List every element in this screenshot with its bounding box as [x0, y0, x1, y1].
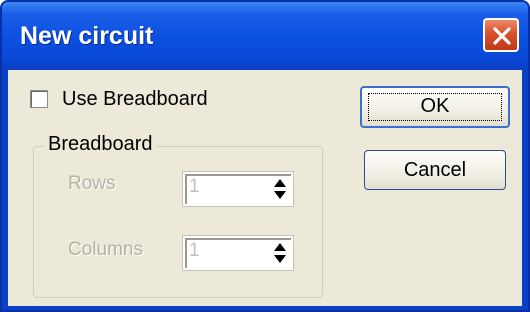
ok-button[interactable]: OK — [360, 86, 510, 128]
use-breadboard-label[interactable]: Use Breadboard — [62, 88, 208, 111]
close-icon — [493, 27, 511, 45]
columns-value[interactable]: 1 — [189, 240, 200, 262]
triangle-down-icon — [274, 255, 286, 263]
title-bar[interactable]: New circuit — [2, 2, 528, 70]
breadboard-group-label: Breadboard — [44, 133, 157, 156]
window-title: New circuit — [20, 22, 154, 50]
spin-arrows-icon[interactable] — [273, 241, 287, 265]
triangle-up-icon — [274, 179, 286, 187]
focus-rect — [368, 93, 502, 121]
close-button[interactable] — [483, 18, 519, 52]
columns-spinbox[interactable]: 1 — [182, 235, 294, 271]
rows-value[interactable]: 1 — [189, 176, 200, 198]
breadboard-groupbox: Breadboard Rows 1 Columns 1 — [33, 133, 323, 298]
checkbox-box[interactable] — [30, 90, 48, 108]
cancel-button[interactable]: Cancel — [364, 150, 506, 190]
columns-label: Columns — [68, 239, 143, 260]
triangle-down-icon — [274, 191, 286, 199]
dialog-body: Use Breadboard Breadboard Rows 1 Columns… — [8, 70, 522, 306]
rows-label: Rows — [68, 173, 116, 194]
dialog-window: New circuit Use Breadboard Breadboard Ro… — [0, 0, 530, 312]
spin-arrows-icon[interactable] — [273, 177, 287, 201]
triangle-up-icon — [274, 243, 286, 251]
cancel-label: Cancel — [403, 159, 467, 181]
rows-spinbox[interactable]: 1 — [182, 171, 294, 207]
